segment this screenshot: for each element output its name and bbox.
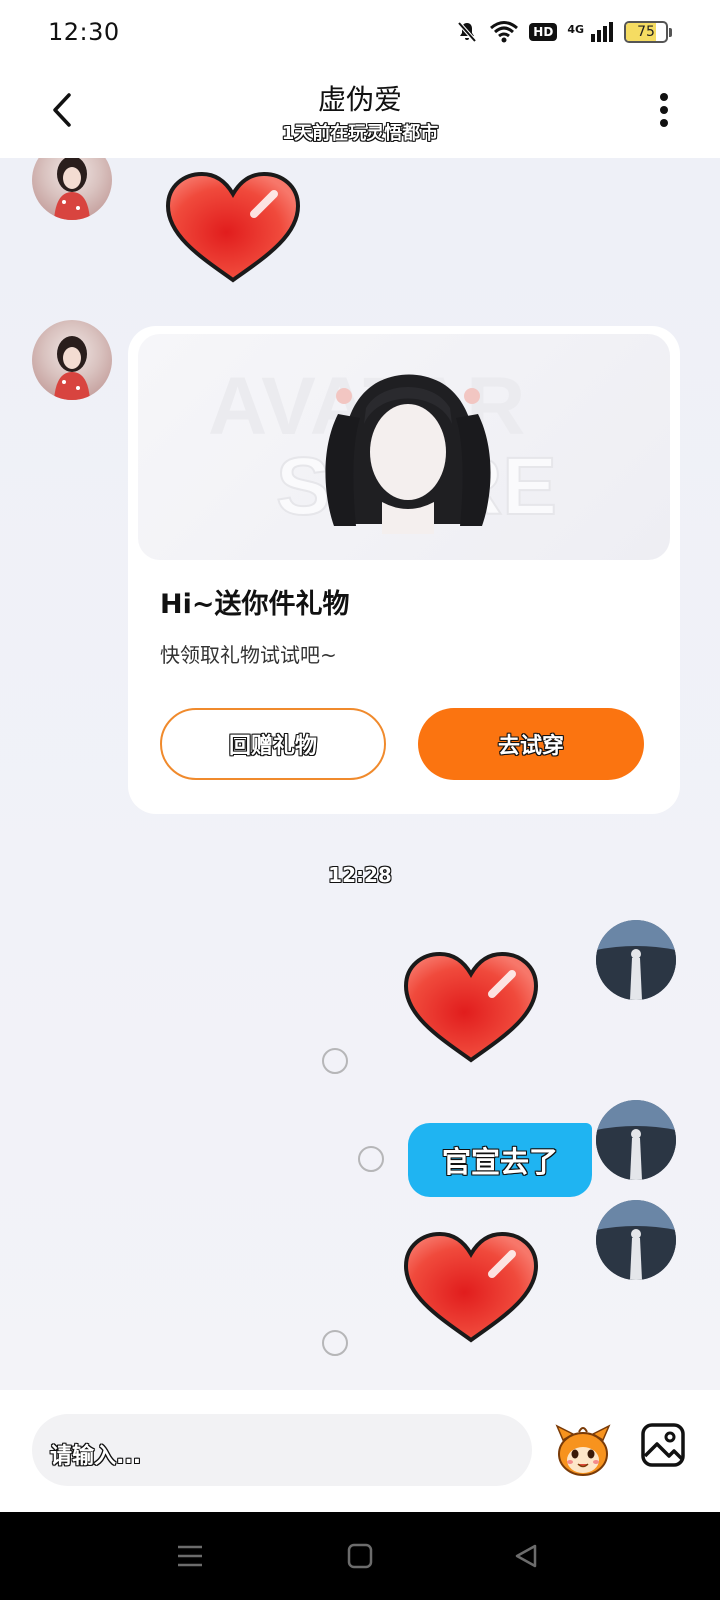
system-nav-bar bbox=[0, 1512, 720, 1600]
read-status-icon bbox=[322, 1048, 348, 1074]
input-bar: 请输入... bbox=[0, 1390, 720, 1512]
return-gift-button[interactable]: 回赠礼物 bbox=[160, 708, 386, 780]
sticker-button[interactable] bbox=[553, 1420, 613, 1480]
mascot-sticker-icon bbox=[555, 1424, 611, 1476]
message-timestamp: 12:28 bbox=[328, 863, 392, 887]
gift-card-message[interactable]: AVATAR STORE Hi~送你件礼物 快领取礼物试试吧~ 回赠礼物 去试 bbox=[128, 326, 680, 814]
peer-avatar[interactable] bbox=[32, 158, 112, 220]
network-label: 4G bbox=[567, 23, 584, 36]
heart-sticker-message[interactable] bbox=[400, 948, 542, 1072]
read-status-icon bbox=[358, 1146, 384, 1172]
back-triangle-icon bbox=[515, 1544, 537, 1568]
battery-icon: 75 bbox=[624, 21, 672, 43]
presence-status: 1天前在玩灵悟都市 bbox=[281, 123, 439, 144]
return-gift-label: 回赠礼物 bbox=[228, 734, 317, 759]
menu-icon bbox=[178, 1545, 202, 1567]
image-icon bbox=[641, 1423, 685, 1467]
my-avatar[interactable] bbox=[596, 920, 676, 1000]
status-bar: 12:30 HD 4G 75 bbox=[0, 0, 720, 64]
battery-level: 75 bbox=[637, 24, 655, 40]
heart-sticker-message[interactable] bbox=[400, 1228, 542, 1352]
peer-avatar[interactable] bbox=[32, 320, 112, 400]
message-list[interactable]: AVATAR STORE Hi~送你件礼物 快领取礼物试试吧~ 回赠礼物 去试 bbox=[0, 158, 720, 1390]
hair-item-preview bbox=[325, 374, 491, 534]
more-vertical-icon bbox=[660, 93, 668, 127]
wifi-icon bbox=[489, 20, 519, 44]
heart-sticker-message[interactable] bbox=[162, 168, 304, 292]
hd-icon: HD bbox=[529, 23, 558, 41]
my-avatar[interactable] bbox=[596, 1200, 676, 1280]
nav-home-button[interactable] bbox=[338, 1536, 382, 1576]
heart-icon bbox=[403, 951, 539, 1063]
gift-description: 快领取礼物试试吧~ bbox=[160, 643, 337, 667]
status-time: 12:30 bbox=[48, 18, 120, 46]
gift-banner-image: AVATAR STORE bbox=[138, 334, 670, 560]
read-status-icon bbox=[322, 1330, 348, 1356]
gift-title: Hi~送你件礼物 bbox=[160, 589, 350, 620]
text-message-bubble[interactable]: 官宣去了 bbox=[408, 1123, 592, 1197]
chat-header: 虚伪爱 1天前在玩灵悟都市 bbox=[0, 64, 720, 158]
try-on-label: 去试穿 bbox=[497, 734, 564, 759]
signal-icon bbox=[590, 20, 614, 44]
heart-icon bbox=[403, 1231, 539, 1343]
status-icons: HD 4G 75 bbox=[455, 20, 672, 44]
nav-back-button[interactable] bbox=[504, 1536, 548, 1576]
my-avatar[interactable] bbox=[596, 1100, 676, 1180]
heart-icon bbox=[165, 171, 301, 283]
home-square-icon bbox=[347, 1543, 373, 1569]
more-button[interactable] bbox=[644, 88, 684, 132]
page-title: 虚伪爱 bbox=[317, 83, 402, 116]
message-input[interactable] bbox=[32, 1414, 532, 1486]
text-message: 官宣去了 bbox=[441, 1145, 558, 1179]
bell-muted-icon bbox=[455, 20, 479, 44]
try-on-button[interactable]: 去试穿 bbox=[418, 708, 644, 780]
image-picker-button[interactable] bbox=[640, 1422, 686, 1468]
nav-menu-button[interactable] bbox=[168, 1536, 212, 1576]
